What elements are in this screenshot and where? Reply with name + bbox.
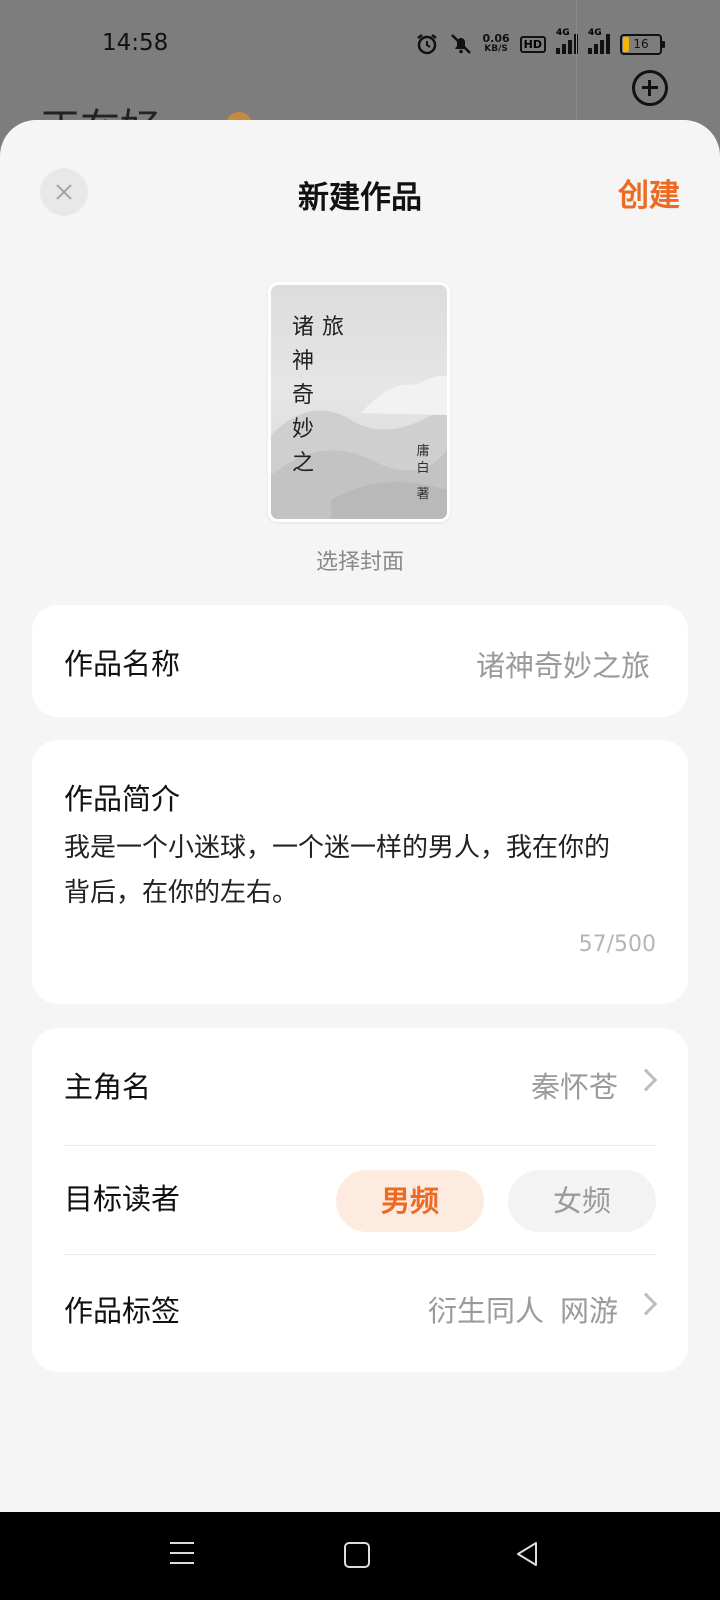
work-name-input[interactable]: 诸神奇妙之旅 bbox=[476, 643, 650, 685]
protagonist-row[interactable]: 主角名 秦怀苍 bbox=[32, 1028, 688, 1138]
work-name-card[interactable]: 作品名称 诸神奇妙之旅 bbox=[32, 605, 688, 717]
cover-title-column-2: 旅 bbox=[321, 315, 344, 340]
cover-author-suffix: 著 bbox=[416, 487, 430, 502]
battery-icon: 16 bbox=[620, 33, 665, 55]
chevron-right-icon bbox=[634, 1292, 658, 1316]
network-speed: 0.06 KB/S bbox=[483, 33, 510, 55]
work-tags-label: 作品标签 bbox=[64, 1294, 181, 1328]
speed-unit: KB/S bbox=[484, 44, 508, 54]
protagonist-value: 秦怀苍 bbox=[530, 1070, 618, 1104]
chevron-right-icon bbox=[634, 1068, 658, 1092]
status-bar: 14:58 0.06 KB/S HD 4G 4G 16 bbox=[0, 0, 720, 90]
network-type: 4G bbox=[556, 28, 570, 38]
alarm-icon bbox=[415, 32, 439, 56]
cover-title-column-1: 诸神奇妙之 bbox=[291, 315, 314, 476]
work-tags-row[interactable]: 作品标签 衍生同人 网游 bbox=[32, 1252, 688, 1362]
work-name-label: 作品名称 bbox=[64, 647, 181, 681]
new-work-sheet: 新建作品 创建 诸神奇妙之 旅 庸白 著 选择封面 作品名称 诸神奇妙之旅 作品… bbox=[0, 120, 720, 1512]
work-meta-card: 主角名 秦怀苍 目标读者 男频 女频 作品标签 衍生同人 网游 bbox=[32, 1028, 688, 1372]
back-icon[interactable] bbox=[514, 1540, 540, 1572]
sheet-title: 新建作品 bbox=[298, 180, 422, 216]
status-icons: 0.06 KB/S HD 4G 4G 16 bbox=[415, 28, 665, 56]
intro-char-counter: 57/500 bbox=[578, 932, 656, 957]
plus-circle-icon bbox=[632, 70, 668, 106]
signal-icon: 4G bbox=[556, 28, 578, 54]
battery-level: 16 bbox=[633, 36, 649, 51]
cover-author: 庸白 bbox=[416, 444, 430, 476]
tag-item: 衍生同人 bbox=[427, 1294, 544, 1328]
reader-option-male[interactable]: 男频 bbox=[336, 1170, 484, 1232]
work-intro-textarea[interactable]: 我是一个小迷球，一个迷一样的男人，我在你的背后，在你的左右。 bbox=[64, 826, 624, 916]
mute-icon bbox=[449, 32, 473, 56]
choose-cover-link[interactable]: 选择封面 bbox=[0, 544, 720, 576]
create-button[interactable]: 创建 bbox=[618, 170, 680, 215]
work-tags-values: 衍生同人 网游 bbox=[428, 1288, 618, 1330]
background-divider bbox=[576, 0, 577, 120]
work-intro-label: 作品简介 bbox=[64, 782, 181, 816]
target-reader-label: 目标读者 bbox=[64, 1182, 181, 1216]
signal-icon: 4G bbox=[588, 28, 610, 54]
work-intro-card[interactable]: 作品简介 我是一个小迷球，一个迷一样的男人，我在你的背后，在你的左右。 57/5… bbox=[32, 740, 688, 1004]
home-icon[interactable] bbox=[344, 1542, 370, 1568]
target-reader-row: 目标读者 男频 女频 bbox=[32, 1140, 688, 1250]
hd-icon: HD bbox=[519, 35, 546, 53]
network-type: 4G bbox=[588, 28, 602, 38]
speed-value: 0.06 bbox=[482, 32, 510, 45]
menu-icon[interactable] bbox=[170, 1542, 194, 1564]
system-nav-bar bbox=[0, 1512, 720, 1600]
status-time: 14:58 bbox=[102, 30, 169, 56]
tag-item: 网游 bbox=[559, 1294, 618, 1328]
protagonist-label: 主角名 bbox=[64, 1070, 152, 1104]
reader-option-female[interactable]: 女频 bbox=[508, 1170, 656, 1232]
cover-image[interactable]: 诸神奇妙之 旅 庸白 著 bbox=[268, 282, 450, 522]
